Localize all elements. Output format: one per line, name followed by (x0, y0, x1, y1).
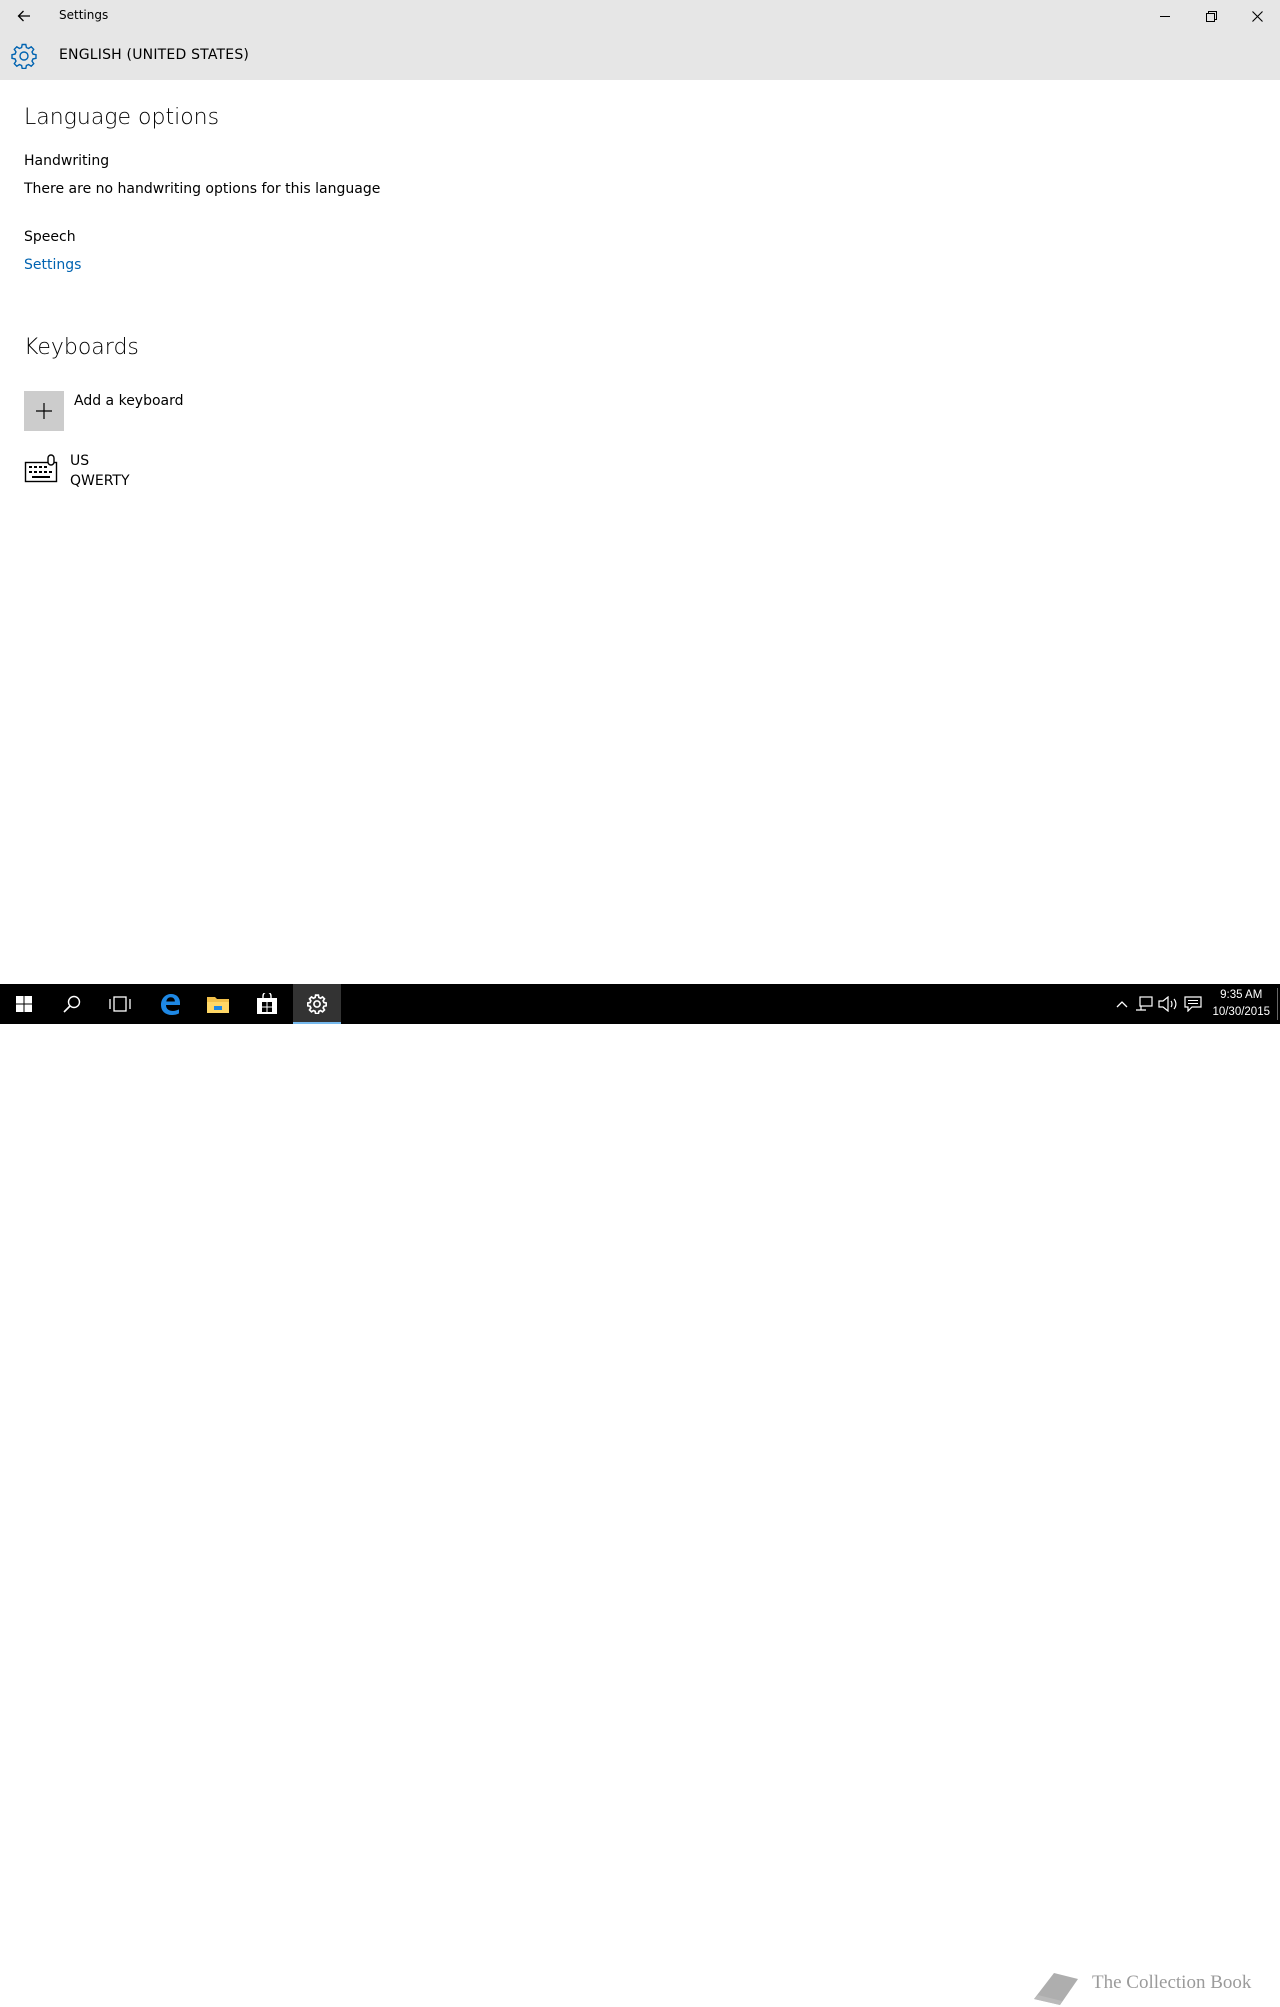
show-desktop-button[interactable] (1277, 988, 1278, 1020)
task-view-button[interactable] (96, 984, 144, 1024)
taskbar: The Collection Book 9:35 AM 10/30/2015 (0, 984, 1280, 2005)
action-center-button[interactable] (1182, 994, 1204, 1014)
close-icon (1251, 10, 1263, 22)
windows-logo-icon (16, 996, 32, 1012)
window-title: Settings (59, 8, 109, 22)
clock-time: 9:35 AM (1220, 989, 1263, 1001)
speech-label: Speech (24, 229, 76, 245)
close-button[interactable] (1234, 0, 1280, 32)
volume-button[interactable] (1157, 994, 1179, 1014)
keyboards-heading: Keyboards (24, 335, 139, 360)
start-button[interactable] (0, 984, 48, 1024)
back-arrow-icon (17, 10, 30, 22)
folder-icon (207, 997, 229, 1013)
book-logo-icon (1034, 1973, 1078, 2005)
clock-date: 10/30/2015 (1212, 1006, 1270, 1018)
add-keyboard-label[interactable]: Add a keyboard (74, 393, 184, 409)
speaker-icon (1158, 996, 1177, 1012)
notification-icon (1184, 996, 1202, 1012)
gear-icon (307, 994, 327, 1014)
keyboard-item[interactable]: US QWERTY (24, 452, 244, 494)
plus-icon (36, 403, 52, 419)
show-hidden-icons-button[interactable] (1111, 994, 1133, 1014)
store-icon (257, 993, 277, 1014)
settings-taskbar-button[interactable] (293, 984, 341, 1024)
minimize-icon (1160, 16, 1170, 17)
restore-button[interactable] (1188, 0, 1234, 32)
edge-button[interactable] (146, 984, 194, 1024)
chevron-up-icon (1116, 1001, 1128, 1008)
keyboard-icon (24, 454, 58, 483)
minimize-button[interactable] (1142, 0, 1188, 32)
store-button[interactable] (243, 984, 291, 1024)
add-keyboard-button[interactable] (24, 391, 64, 431)
gear-icon (11, 43, 37, 69)
handwriting-label: Handwriting (24, 153, 110, 169)
search-icon (63, 995, 81, 1013)
edge-icon (161, 994, 180, 1015)
file-explorer-button[interactable] (194, 984, 242, 1024)
keyboard-name: US (70, 453, 90, 469)
page-title: ENGLISH (UNITED STATES) (59, 47, 250, 63)
title-bar: Settings (0, 0, 1280, 32)
watermark: The Collection Book (1030, 1967, 1270, 2007)
watermark-text: The Collection Book (1092, 1972, 1252, 1993)
restore-icon (1205, 10, 1217, 22)
handwriting-message: There are no handwriting options for thi… (24, 181, 381, 197)
network-icon (1136, 996, 1153, 1011)
task-view-icon (109, 996, 131, 1012)
search-button[interactable] (48, 984, 96, 1024)
speech-settings-link[interactable]: Settings (24, 257, 81, 273)
keyboard-layout: QWERTY (70, 473, 130, 489)
clock[interactable]: 9:35 AM 10/30/2015 (1212, 987, 1270, 1021)
page-header: ENGLISH (UNITED STATES) (0, 32, 1280, 80)
language-options-heading: Language options (24, 105, 220, 130)
network-button[interactable] (1133, 994, 1155, 1014)
back-button[interactable] (0, 0, 48, 32)
